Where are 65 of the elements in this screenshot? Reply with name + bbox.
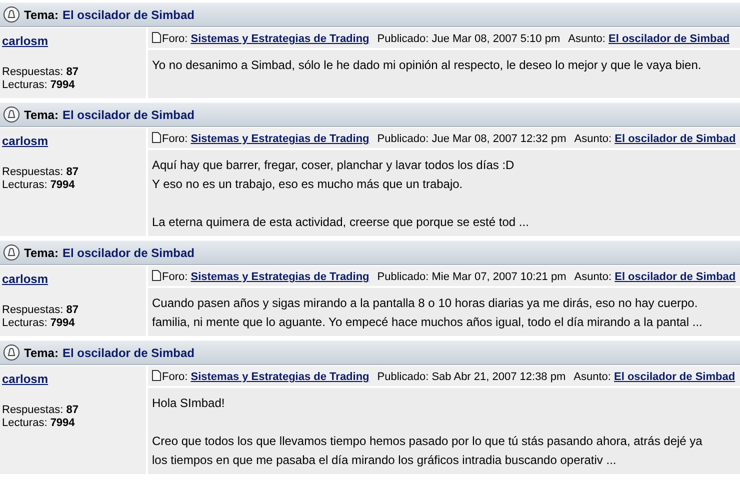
replies-label: Respuestas: bbox=[2, 66, 64, 78]
topic-label: Tema: bbox=[24, 244, 58, 262]
replies-label: Respuestas: bbox=[2, 404, 64, 416]
replies-label: Respuestas: bbox=[2, 166, 64, 178]
subject-label: Asunto: bbox=[574, 371, 611, 383]
reads-label: Lecturas: bbox=[2, 317, 48, 329]
post-text-line: La eterna quimera de esta actividad, creerse que porque se esté tod ... bbox=[152, 214, 530, 231]
topic-label: Tema: bbox=[24, 106, 58, 124]
post-text-line: Cuando pasen años y sigas mirando a la pantalla 8 o 10 horas diarias ya me dirás, eso no hay cuerpo. bbox=[152, 295, 699, 312]
post-text-line: Yo no desanimo a Simbad, sólo le he dado mi opinión al respecto, le deseo lo mejor y que le vaya bien. bbox=[152, 57, 702, 74]
subject-label: Asunto: bbox=[574, 271, 612, 283]
reads-count: 7994 bbox=[50, 79, 75, 91]
topic-icon bbox=[3, 244, 20, 261]
topic-label: Tema: bbox=[24, 6, 58, 24]
replies-count: 87 bbox=[66, 166, 78, 178]
document-icon bbox=[152, 132, 161, 143]
topic-icon bbox=[3, 344, 20, 361]
topic-link[interactable]: El oscilador de Simbad bbox=[62, 244, 194, 262]
topic-icon bbox=[3, 106, 20, 123]
forum-link[interactable]: Sistemas y Estrategias de Trading bbox=[190, 33, 370, 45]
published-text: Publicado: Jue Mar 08, 2007 12:32 pm bbox=[377, 133, 566, 145]
subject-link[interactable]: El oscilador de Simbad bbox=[614, 371, 736, 383]
post-text-line: Hola SImbad! bbox=[152, 395, 226, 412]
replies-label: Respuestas: bbox=[2, 304, 64, 316]
subject-link[interactable]: El oscilador de Simbad bbox=[614, 133, 736, 145]
post-text-line: Creo que todos los que llevamos tiempo hemos pasado por lo que tú stás pasando ahora, atrás dejé ya bbox=[152, 433, 704, 450]
reads-count: 7994 bbox=[50, 179, 75, 191]
post-text-line: Y eso no es un trabajo, eso es mucho más que un trabajo. bbox=[152, 176, 464, 193]
reads-label: Lecturas: bbox=[2, 79, 48, 91]
topic-link[interactable]: El oscilador de Simbad bbox=[62, 6, 194, 24]
post-text-line: Aquí hay que barrer, fregar, coser, planchar y lavar todos los días :D bbox=[152, 157, 516, 174]
subject-link[interactable]: El oscilador de Simbad bbox=[614, 271, 736, 283]
document-icon bbox=[152, 32, 161, 43]
author-link[interactable]: carlosm bbox=[2, 270, 144, 288]
published-text: Publicado: Sab Abr 21, 2007 12:38 pm bbox=[377, 371, 566, 383]
replies-count: 87 bbox=[66, 404, 78, 416]
reads-count: 7994 bbox=[50, 317, 75, 329]
author-link[interactable]: carlosm bbox=[2, 32, 144, 50]
subject-link[interactable]: El oscilador de Simbad bbox=[608, 33, 730, 45]
document-icon bbox=[152, 270, 161, 281]
reads-label: Lecturas: bbox=[2, 179, 48, 191]
post-text-line: los tiempos en que me pasaba el día mirando los gráficos intradia buscando operativ ... bbox=[152, 452, 618, 469]
author-link[interactable]: carlosm bbox=[2, 132, 144, 150]
forum-link[interactable]: Sistemas y Estrategias de Trading bbox=[190, 371, 370, 383]
topic-link[interactable]: El oscilador de Simbad bbox=[62, 344, 194, 362]
forum-link[interactable]: Sistemas y Estrategias de Trading bbox=[190, 271, 370, 283]
reads-label: Lecturas: bbox=[2, 417, 48, 429]
reads-count: 7994 bbox=[50, 417, 75, 429]
document-icon bbox=[152, 370, 161, 381]
forum-label: Foro: bbox=[162, 133, 188, 145]
replies-count: 87 bbox=[66, 304, 78, 316]
topic-label: Tema: bbox=[24, 344, 58, 362]
forum-label: Foro: bbox=[162, 33, 188, 45]
topic-link[interactable]: El oscilador de Simbad bbox=[62, 106, 194, 124]
forum-label: Foro: bbox=[162, 371, 188, 383]
forum-link[interactable]: Sistemas y Estrategias de Trading bbox=[190, 133, 370, 145]
topic-icon bbox=[3, 6, 20, 23]
forum-label: Foro: bbox=[162, 271, 188, 283]
author-link[interactable]: carlosm bbox=[2, 370, 144, 388]
post-text-line: familia, ni mente que lo aguante. Yo empecé hace muchos años igual, todo el día mirando a la pantal ... bbox=[152, 314, 704, 331]
subject-label: Asunto: bbox=[574, 133, 612, 145]
published-text: Publicado: Jue Mar 08, 2007 5:10 pm bbox=[377, 33, 560, 45]
published-text: Publicado: Mie Mar 07, 2007 10:21 pm bbox=[377, 271, 566, 283]
replies-count: 87 bbox=[66, 66, 78, 78]
subject-label: Asunto: bbox=[568, 33, 606, 45]
